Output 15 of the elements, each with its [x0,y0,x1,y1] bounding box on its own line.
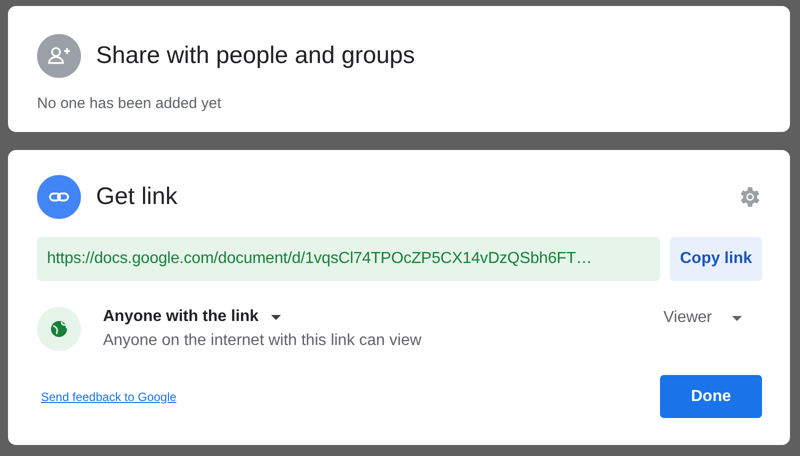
dialog-title: Share with people and groups [96,42,415,70]
section-title: Get link [96,183,178,211]
copy-link-button[interactable]: Copy link [670,237,762,281]
role-dropdown[interactable]: Viewer [657,308,748,328]
link-field[interactable]: https://docs.google.com/document/d/1vqsCl74TPOcZP5CX14vDzQSbh6FT… [37,237,660,281]
empty-note: No one has been added yet [37,95,222,112]
add-person-icon [37,34,81,78]
access-description: Anyone on the internet with this link can view [103,332,422,350]
access-dropdown[interactable]: Anyone with the link [103,308,422,326]
done-button[interactable]: Done [660,375,762,418]
caret-icon [732,316,742,320]
feedback-link[interactable]: Send feedback to Google [41,390,176,404]
caret-icon [270,314,281,320]
globe-icon [37,307,81,351]
link-icon [37,175,81,219]
